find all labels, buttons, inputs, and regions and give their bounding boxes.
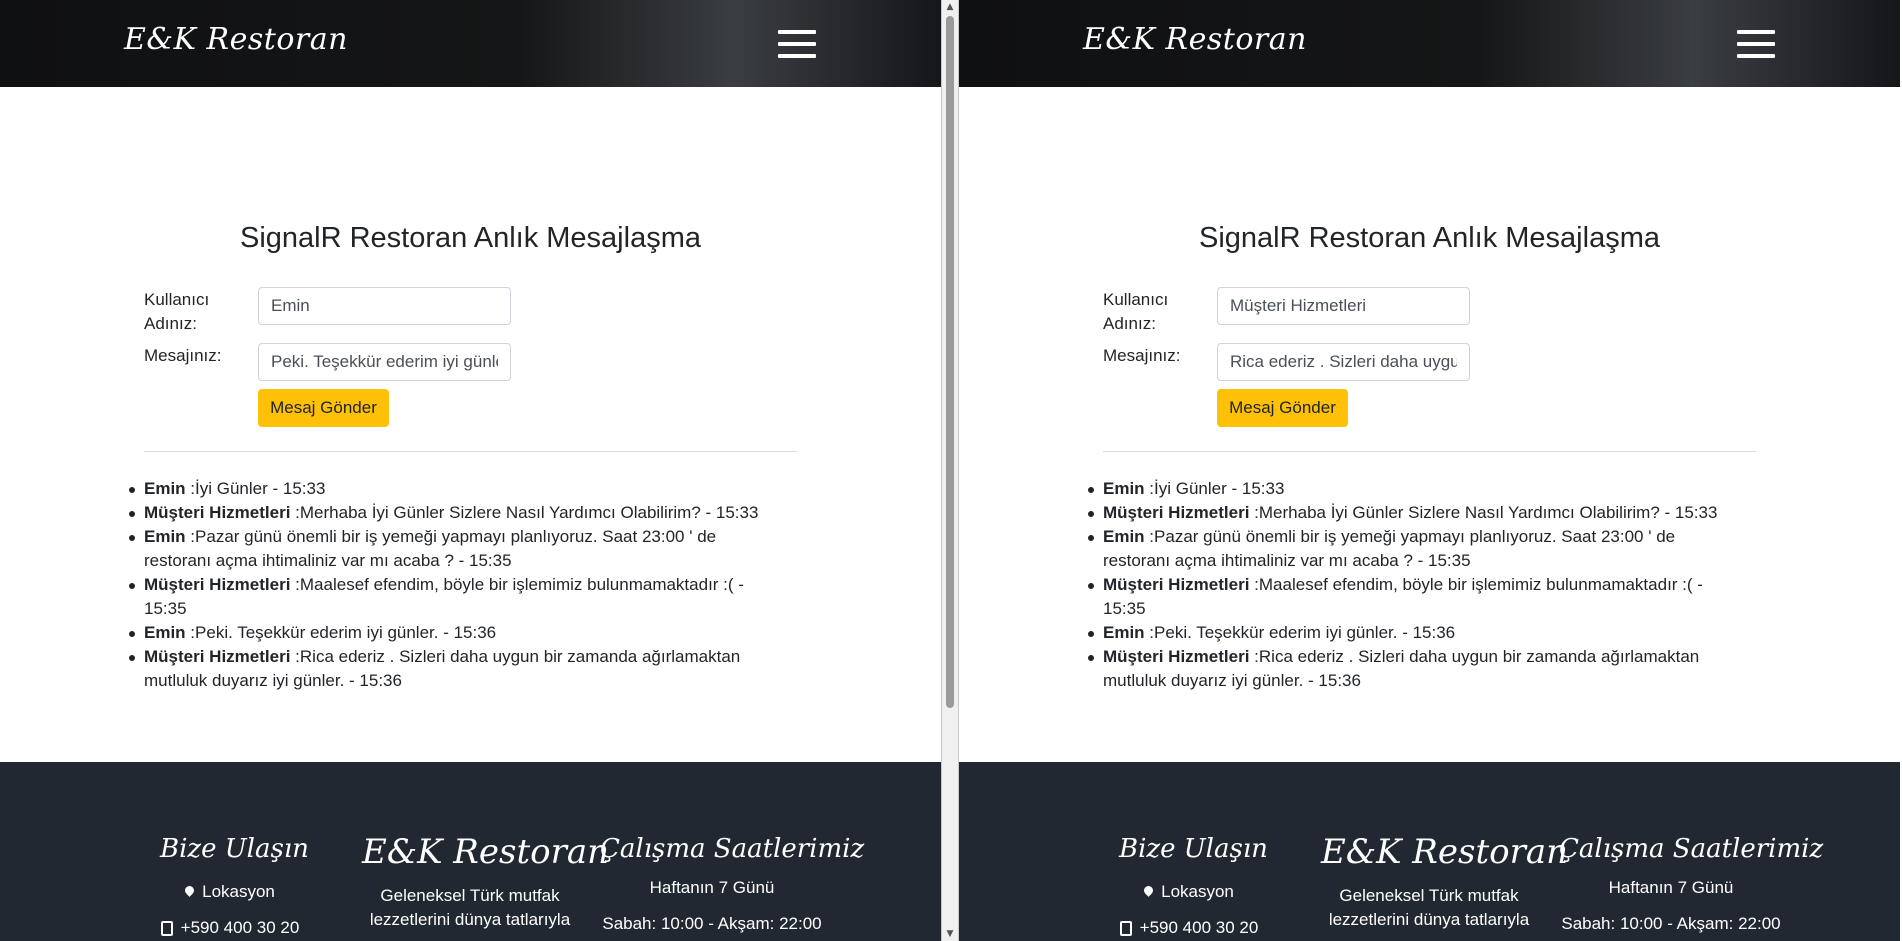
footer-hours-title: Çalışma Saatlerimiz xyxy=(600,834,865,864)
navbar-brand[interactable]: E&K Restoran xyxy=(124,22,348,57)
footer-hours-time: Sabah: 10:00 - Akşam: 22:00 xyxy=(602,914,822,933)
message-list: Emin :İyi Günler - 15:33 Müşteri Hizmetl… xyxy=(129,477,784,693)
message-sender: Müşteri Hizmetleri xyxy=(144,575,291,594)
message-label: Mesajınız: xyxy=(144,346,222,365)
message-text: :Pazar günü önemli bir iş yemeği yapmayı… xyxy=(144,527,717,570)
divider xyxy=(144,451,797,452)
footer-location-text: Lokasyon xyxy=(1161,882,1234,901)
footer-hours-days: Haftanın 7 Günü xyxy=(649,878,775,897)
footer-contact-title: Bize Ulaşın xyxy=(160,834,309,864)
page-title: SignalR Restoran Anlık Mesajlaşma xyxy=(1199,222,1660,254)
scroll-up-icon[interactable]: ▲ xyxy=(944,0,956,14)
footer-phone[interactable]: +590 400 30 20 xyxy=(160,916,300,940)
message-sender: Emin xyxy=(1103,479,1145,498)
footer-contact: Bize Ulaşın Lokasyon +590 400 30 20 xyxy=(1119,834,1268,940)
location-pin-icon xyxy=(1142,884,1155,897)
footer-hours: Çalışma Saatlerimiz Haftanın 7 Günü Saba… xyxy=(600,834,865,936)
left-browser-pane: E&K Restoran SignalR Restoran Anlık Mesa… xyxy=(0,0,941,941)
footer-description: Geleneksel Türk mutfak lezzetlerini düny… xyxy=(1328,886,1530,929)
right-browser-pane: E&K Restoran SignalR Restoran Anlık Mesa… xyxy=(959,0,1900,941)
footer-description: Geleneksel Türk mutfak lezzetlerini düny… xyxy=(369,886,571,929)
footer-location-text: Lokasyon xyxy=(202,882,275,901)
footer-phone-text: +590 400 30 20 xyxy=(180,918,300,937)
message-sender: Emin xyxy=(144,527,186,546)
message-sender: Müşteri Hizmetleri xyxy=(1103,503,1250,522)
list-item: Müşteri Hizmetleri :Merhaba İyi Günler S… xyxy=(1088,501,1743,525)
message-sender: Emin xyxy=(144,479,186,498)
message-text: :Peki. Teşekkür ederim iyi günler. - 15:… xyxy=(190,623,497,642)
message-text: :İyi Günler - 15:33 xyxy=(190,479,326,498)
footer: Bize Ulaşın Lokasyon +590 400 30 20 E&K … xyxy=(959,762,1900,941)
username-label: Kullanıcı Adınız: xyxy=(144,290,210,333)
message-sender: Emin xyxy=(1103,527,1145,546)
phone-icon xyxy=(160,921,173,936)
scroll-down-icon[interactable]: ▼ xyxy=(944,927,956,941)
navbar: E&K Restoran xyxy=(959,0,1900,87)
list-item: Emin :Pazar günü önemli bir iş yemeği ya… xyxy=(1088,525,1743,573)
message-input[interactable] xyxy=(258,343,511,381)
list-item: Emin :Pazar günü önemli bir iş yemeği ya… xyxy=(129,525,784,573)
message-sender: Müşteri Hizmetleri xyxy=(1103,647,1250,666)
navbar-brand[interactable]: E&K Restoran xyxy=(1083,22,1307,57)
message-text: :Merhaba İyi Günler Sizlere Nasıl Yardım… xyxy=(295,503,759,522)
message-text: :Merhaba İyi Günler Sizlere Nasıl Yardım… xyxy=(1254,503,1718,522)
send-message-button[interactable]: Mesaj Gönder xyxy=(1217,389,1348,427)
phone-icon xyxy=(1119,921,1132,936)
send-message-button[interactable]: Mesaj Gönder xyxy=(258,389,389,427)
footer-hours-title: Çalışma Saatlerimiz xyxy=(1559,834,1824,864)
page-title: SignalR Restoran Anlık Mesajlaşma xyxy=(240,222,701,254)
footer-contact-title: Bize Ulaşın xyxy=(1119,834,1268,864)
footer-brand-column: E&K Restoran Geleneksel Türk mutfak lezz… xyxy=(1321,832,1569,932)
footer-location[interactable]: Lokasyon xyxy=(160,880,300,904)
username-label: Kullanıcı Adınız: xyxy=(1103,290,1169,333)
message-text: :Peki. Teşekkür ederim iyi günler. - 15:… xyxy=(1149,623,1456,642)
list-item: Müşteri Hizmetleri :Rica ederiz . Sizler… xyxy=(129,645,784,693)
username-input[interactable] xyxy=(1217,287,1470,325)
message-sender: Müşteri Hizmetleri xyxy=(144,503,291,522)
list-item: Emin :Peki. Teşekkür ederim iyi günler. … xyxy=(1088,621,1743,645)
vertical-scrollbar[interactable]: ▲ ▼ xyxy=(941,0,959,941)
message-list: Emin :İyi Günler - 15:33 Müşteri Hizmetl… xyxy=(1088,477,1743,693)
list-item: Müşteri Hizmetleri :Merhaba İyi Günler S… xyxy=(129,501,784,525)
message-sender: Müşteri Hizmetleri xyxy=(144,647,291,666)
message-sender: Müşteri Hizmetleri xyxy=(1103,575,1250,594)
footer-location[interactable]: Lokasyon xyxy=(1119,880,1259,904)
footer-phone-text: +590 400 30 20 xyxy=(1139,918,1259,937)
footer-contact: Bize Ulaşın Lokasyon +590 400 30 20 xyxy=(160,834,309,940)
footer: Bize Ulaşın Lokasyon +590 400 30 20 E&K … xyxy=(0,762,941,941)
list-item: Müşteri Hizmetleri :Maalesef efendim, bö… xyxy=(1088,573,1743,621)
message-sender: Emin xyxy=(1103,623,1145,642)
message-text: :İyi Günler - 15:33 xyxy=(1149,479,1285,498)
list-item: Emin :İyi Günler - 15:33 xyxy=(1088,477,1743,501)
hamburger-menu-icon[interactable] xyxy=(1737,30,1775,58)
footer-hours-days: Haftanın 7 Günü xyxy=(1608,878,1734,897)
username-input[interactable] xyxy=(258,287,511,325)
list-item: Müşteri Hizmetleri :Maalesef efendim, bö… xyxy=(129,573,784,621)
divider xyxy=(1103,451,1756,452)
scrollbar-thumb[interactable] xyxy=(946,16,954,708)
list-item: Müşteri Hizmetleri :Rica ederiz . Sizler… xyxy=(1088,645,1743,693)
footer-brand: E&K Restoran xyxy=(1321,832,1569,872)
hamburger-menu-icon[interactable] xyxy=(778,30,816,58)
footer-brand: E&K Restoran xyxy=(362,832,610,872)
message-label: Mesajınız: xyxy=(1103,346,1181,365)
message-sender: Emin xyxy=(144,623,186,642)
navbar: E&K Restoran xyxy=(0,0,941,87)
footer-hours: Çalışma Saatlerimiz Haftanın 7 Günü Saba… xyxy=(1559,834,1824,936)
message-input[interactable] xyxy=(1217,343,1470,381)
message-text: :Pazar günü önemli bir iş yemeği yapmayı… xyxy=(1103,527,1676,570)
footer-brand-column: E&K Restoran Geleneksel Türk mutfak lezz… xyxy=(362,832,610,932)
footer-hours-time: Sabah: 10:00 - Akşam: 22:00 xyxy=(1561,914,1781,933)
list-item: Emin :Peki. Teşekkür ederim iyi günler. … xyxy=(129,621,784,645)
list-item: Emin :İyi Günler - 15:33 xyxy=(129,477,784,501)
location-pin-icon xyxy=(183,884,196,897)
footer-phone[interactable]: +590 400 30 20 xyxy=(1119,916,1259,940)
